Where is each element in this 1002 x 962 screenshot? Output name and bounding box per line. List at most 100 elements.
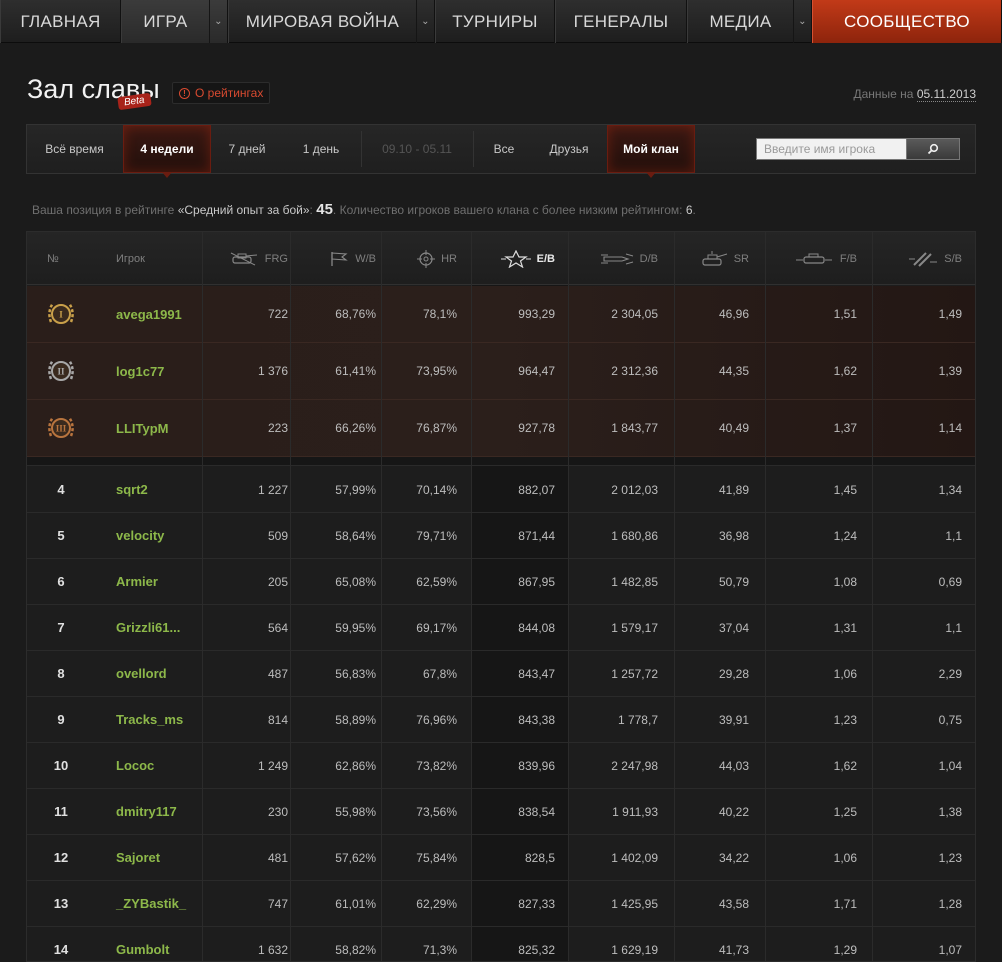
- shell-icon: [600, 253, 633, 264]
- column-divider: [471, 232, 472, 961]
- position-summary: Ваша позиция в рейтинге «Средний опыт за…: [32, 201, 696, 218]
- col-eb-label: E/B: [536, 252, 555, 265]
- player-search: [756, 138, 960, 160]
- table-row: 14 Gumbolt 1 632 58,82% 71,3% 825,32 1 629,19 4…: [27, 927, 975, 961]
- chevron-down-icon[interactable]: ⌄: [209, 0, 227, 43]
- nav-item-game[interactable]: Игра ⌄: [121, 0, 228, 43]
- cell-sb: 0,75: [938, 712, 962, 727]
- cell-sb: 2,29: [938, 666, 962, 681]
- filter-1-day[interactable]: 1 день: [289, 125, 353, 173]
- table-row: 10 Locoс 1 249 62,86% 73,82% 839,96 2 247,98 44…: [27, 743, 975, 789]
- col-fb-header[interactable]: F/B: [777, 232, 857, 285]
- col-frg-header[interactable]: FRG: [202, 232, 288, 285]
- col-player-header[interactable]: Игрок: [116, 232, 145, 285]
- col-hr-header[interactable]: HR: [384, 232, 457, 285]
- column-divider: [674, 232, 675, 961]
- col-sr-label: SR: [733, 252, 749, 265]
- player-search-input[interactable]: [756, 138, 906, 160]
- table-row: 12 Sajoret 481 57,62% 75,84% 828,5 1 402,09 34,…: [27, 835, 975, 881]
- nav-item-generals[interactable]: Генералы: [555, 0, 687, 43]
- flag-icon: [331, 251, 349, 266]
- cell-sb: 1,14: [938, 421, 962, 435]
- col-hr-label: HR: [441, 252, 457, 265]
- column-divider: [202, 232, 203, 961]
- position-value: 45: [316, 201, 333, 218]
- table-row: 11 dmitry117 230 55,98% 73,56% 838,54 1 911,93…: [27, 789, 975, 835]
- column-divider: [290, 232, 291, 961]
- col-wb-header[interactable]: W/B: [298, 232, 376, 285]
- about-ratings-link[interactable]: ! О рейтингах: [172, 82, 271, 104]
- table-row: 9 Tracks_ms 814 58,89% 76,96% 843,38 1 778,7 39…: [27, 697, 975, 743]
- col-eb-header[interactable]: E/B: [485, 232, 555, 285]
- col-db-header[interactable]: D/B: [582, 232, 658, 285]
- chevron-down-icon[interactable]: ⌄: [416, 0, 434, 43]
- data-date-label: Данные на: [853, 87, 914, 101]
- cell-sb: 1,04: [938, 758, 962, 773]
- column-divider: [568, 232, 569, 961]
- nav-item-world-war[interactable]: Мировая война ⌄: [228, 0, 435, 43]
- position-end: .: [692, 203, 696, 217]
- filter-7-days[interactable]: 7 дней: [213, 125, 281, 173]
- position-suffix: . Количество игроков вашего клана с боле…: [332, 203, 683, 217]
- cell-sb: 1,34: [938, 482, 962, 497]
- star-icon: [500, 249, 531, 268]
- divider: [361, 131, 362, 167]
- cell-sb: 0,69: [938, 574, 962, 589]
- table-row: 6 Armier 205 65,08% 62,59% 867,95 1 482,85 50,7…: [27, 559, 975, 605]
- table-row: 7 Grizzli61... 564 59,95% 69,17% 844,08 1 579,…: [27, 605, 975, 651]
- col-sr-header[interactable]: SR: [685, 232, 749, 285]
- crosshair-icon: [417, 249, 436, 268]
- cell-sb: 1,49: [938, 307, 962, 321]
- table-row: 4 sqrt2 1 227 57,99% 70,14% 882,07 2 012,03 41,…: [27, 467, 975, 513]
- filter-bar: Всё время 4 недели 7 дней 1 день 09.10 -…: [26, 124, 976, 178]
- tank-kill-icon: [230, 252, 257, 265]
- nav-item-home[interactable]: Главная: [0, 0, 121, 43]
- nav-item-tournaments[interactable]: Турниры: [435, 0, 555, 43]
- col-fb-label: F/B: [839, 252, 857, 265]
- filter-all-time[interactable]: Всё время: [27, 125, 122, 173]
- col-rank-header: №: [47, 252, 59, 265]
- data-date-value[interactable]: 05.11.2013: [916, 87, 976, 102]
- cell-sb: 1,38: [938, 804, 962, 819]
- table-row: 13 _ZYBastik_ 747 61,01% 62,29% 827,33 1 425,9…: [27, 881, 975, 927]
- tank-icon: [795, 253, 832, 264]
- nav-item-media[interactable]: Медиа ⌄: [687, 0, 812, 43]
- filter-4-weeks[interactable]: 4 недели: [123, 125, 211, 178]
- chevron-down-icon[interactable]: ⌄: [793, 0, 811, 43]
- cell-sb: 1,39: [938, 364, 962, 378]
- table-row: 5 velocity 509 58,64% 79,71% 871,44 1 680,86 36…: [27, 513, 975, 559]
- nav-item-community[interactable]: Сообщество: [812, 0, 1002, 43]
- table-header: № Игрок FRG W/B HR E/B D/B SR F/B S/B: [27, 232, 975, 285]
- cell-sb: 1,28: [938, 896, 962, 911]
- tank-spot-icon: [702, 250, 727, 266]
- info-icon: !: [179, 87, 190, 99]
- nav-item-label: Сообщество: [844, 11, 970, 31]
- rating-name: «Средний опыт за бой»: [177, 203, 310, 217]
- cell-sb: 1,1: [945, 528, 962, 543]
- col-wb-label: W/B: [355, 252, 376, 265]
- filter-all[interactable]: Все: [479, 125, 529, 173]
- lower-count-value: 6: [685, 203, 693, 217]
- col-sb-header[interactable]: S/B: [887, 232, 962, 285]
- search-button[interactable]: [906, 138, 960, 160]
- table-row-top: II log1c77 1 376 61,41% 73,95% 964,47 2 312,36…: [27, 343, 975, 400]
- cell-sb: 1,1: [945, 620, 962, 635]
- filter-friends[interactable]: Друзья: [535, 125, 603, 173]
- nav-item-label: Турниры: [452, 11, 538, 31]
- shells-icon: [909, 251, 938, 267]
- col-sb-label: S/B: [944, 252, 962, 265]
- rating-table: № Игрок FRG W/B HR E/B D/B SR F/B S/B I …: [26, 231, 976, 962]
- col-frg-label: FRG: [264, 252, 288, 265]
- filter-my-clan[interactable]: Мой клан: [607, 125, 695, 178]
- top-rows-divider: [27, 457, 975, 466]
- nav-item-label: Главная: [20, 11, 101, 31]
- nav-item-label: Игра: [143, 11, 188, 31]
- col-db-label: D/B: [639, 252, 658, 265]
- column-divider: [765, 232, 766, 961]
- filter-date-range[interactable]: 09.10 - 05.11: [367, 125, 467, 173]
- about-ratings-label: О рейтингах: [195, 86, 264, 100]
- column-divider: [381, 232, 382, 961]
- divider: [473, 131, 474, 167]
- nav-item-label: Медиа: [709, 11, 772, 31]
- column-divider: [872, 232, 873, 961]
